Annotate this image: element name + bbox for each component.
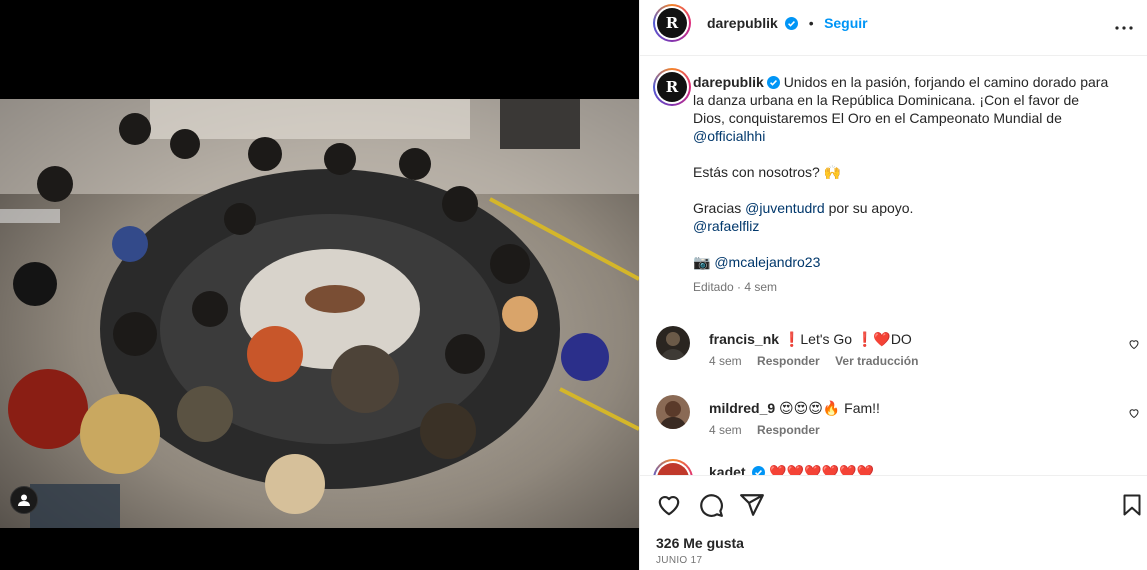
- verified-badge-icon: [785, 17, 799, 30]
- commenter-username[interactable]: francis_nk: [709, 331, 779, 347]
- likes-count[interactable]: 326 Me gusta: [656, 535, 744, 551]
- verified-badge-icon: [766, 76, 780, 89]
- reply-button[interactable]: Responder: [757, 354, 820, 368]
- comment-text: ❗Let's Go ❗❤️DO: [782, 331, 912, 347]
- comment-meta: 4 sem Responder: [709, 423, 832, 437]
- mention-officialhhi[interactable]: @officialhhi: [693, 128, 765, 144]
- brand-logo: R: [657, 8, 687, 38]
- caption-author-avatar[interactable]: R: [653, 68, 691, 106]
- post-sidebar: R darepublik • Seguir R darepublik Unido…: [639, 0, 1147, 570]
- reply-button[interactable]: Responder: [757, 423, 820, 437]
- heart-icon[interactable]: [656, 492, 682, 518]
- caption-meta: Editado · 4 sem: [693, 280, 778, 294]
- comment-bubble-icon[interactable]: [698, 492, 724, 518]
- comment-body: mildred_9 😍😍😍🔥 Fam!!: [709, 399, 880, 417]
- verified-badge-icon: [752, 466, 766, 475]
- comment-like-heart-icon[interactable]: [1128, 338, 1140, 350]
- media-pane: [0, 0, 639, 570]
- mention-rafaelfliz[interactable]: @rafaelfliz: [693, 218, 759, 234]
- commenter-username[interactable]: kadet: [709, 464, 746, 475]
- photo-illustration: [0, 99, 639, 528]
- comment-time: 4 sem: [709, 423, 742, 437]
- separator-dot: •: [808, 15, 814, 31]
- brand-logo: R: [657, 72, 687, 102]
- follow-button[interactable]: Seguir: [824, 15, 868, 31]
- comment-time: 4 sem: [709, 354, 742, 368]
- comments-scroll-area[interactable]: R darepublik Unidos en la pasión, forjan…: [640, 57, 1147, 475]
- comment-body: kadet ❤️❤️❤️❤️❤️❤️: [709, 463, 874, 475]
- author-avatar[interactable]: R: [653, 4, 691, 42]
- caption-text: darepublik Unidos en la pasión, forjando…: [693, 73, 1113, 296]
- more-horizontal-icon[interactable]: [1114, 18, 1134, 38]
- user-tag-icon: [18, 494, 30, 506]
- tagged-users-button[interactable]: [10, 486, 38, 514]
- comment-meta: 4 sem Responder Ver traducción: [709, 354, 930, 368]
- comment-like-heart-icon[interactable]: [1128, 407, 1140, 419]
- caption-line-3-prefix: Gracias: [693, 200, 746, 216]
- commenter-avatar[interactable]: [653, 459, 693, 475]
- post-actions: 326 Me gusta JUNIO 17: [640, 475, 1147, 570]
- caption-username[interactable]: darepublik: [693, 74, 764, 90]
- caption-line-3-suffix: por su apoyo.: [824, 200, 914, 216]
- mention-juventudrd[interactable]: @juventudrd: [745, 200, 825, 216]
- post-header: R darepublik • Seguir: [640, 0, 1147, 56]
- bookmark-icon[interactable]: [1120, 492, 1144, 518]
- comment-text: 😍😍😍🔥 Fam!!: [779, 400, 880, 416]
- commenter-avatar[interactable]: [656, 395, 690, 429]
- post-date: JUNIO 17: [656, 555, 703, 566]
- commenter-username[interactable]: mildred_9: [709, 400, 775, 416]
- translate-button[interactable]: Ver traducción: [835, 354, 918, 368]
- header-line: darepublik • Seguir: [707, 15, 868, 33]
- camera-icon: 📷: [693, 254, 711, 270]
- post-photo[interactable]: [0, 99, 639, 528]
- paper-plane-icon[interactable]: [739, 492, 765, 518]
- author-username[interactable]: darepublik: [707, 15, 778, 31]
- caption-line-2: Estás con nosotros? 🙌: [693, 164, 842, 180]
- comment-text: ❤️❤️❤️❤️❤️❤️: [769, 464, 874, 475]
- mention-mcalejandro23[interactable]: @mcalejandro23: [714, 254, 820, 270]
- commenter-avatar[interactable]: [656, 326, 690, 360]
- comment-body: francis_nk ❗Let's Go ❗❤️DO: [709, 330, 912, 348]
